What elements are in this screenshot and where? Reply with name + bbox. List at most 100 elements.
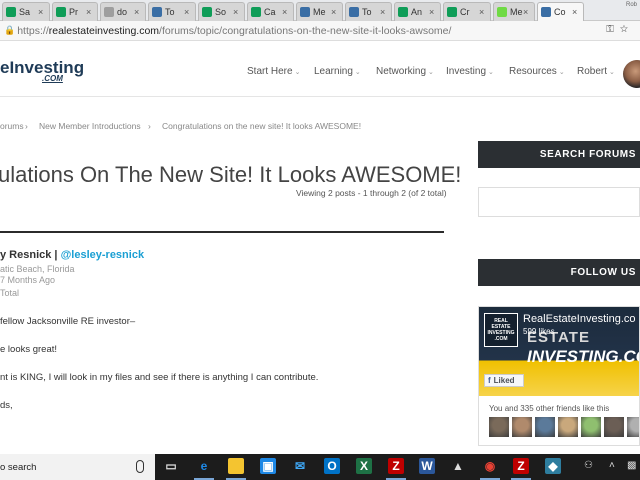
browser-tab[interactable]: Pr × <box>52 2 98 21</box>
browser-tab[interactable]: do × <box>100 2 146 21</box>
nav-item-label: Learning <box>314 66 353 77</box>
browser-tab[interactable]: Co × <box>537 2 584 21</box>
key-icon[interactable]: ⚿ <box>606 24 620 35</box>
people-icon[interactable]: ⚇ <box>584 460 593 471</box>
browser-tab[interactable]: Sa × <box>2 2 50 21</box>
friend-avatar[interactable] <box>489 417 509 437</box>
close-tab-icon[interactable]: × <box>233 7 242 17</box>
sheets-icon <box>447 7 457 17</box>
taskbar-search-label: o search <box>0 461 37 473</box>
close-tab-icon[interactable]: × <box>380 7 389 17</box>
chevron-up-icon[interactable]: ˄ <box>609 460 615 471</box>
facebook-icon: f <box>488 376 491 385</box>
browser-tab-label: An <box>411 7 423 17</box>
network-icon[interactable]: ▩ <box>627 460 636 471</box>
browser-tab[interactable]: To × <box>345 2 392 21</box>
sheets-icon <box>398 7 408 17</box>
close-tab-icon[interactable]: × <box>282 7 291 17</box>
search-forums-input[interactable] <box>478 187 640 217</box>
breadcrumb-new-member-introductions[interactable]: New Member Introductions <box>39 121 141 131</box>
friend-avatar[interactable] <box>558 417 578 437</box>
follow-us-heading: FOLLOW US <box>478 259 640 286</box>
browser-tab-label: To <box>165 7 175 17</box>
filezilla-icon[interactable]: Z <box>388 458 404 474</box>
nav-item-learning[interactable]: Learning ⌄ <box>314 66 361 77</box>
taskbar-search[interactable]: o search <box>0 454 155 480</box>
close-tab-icon[interactable]: × <box>86 7 95 17</box>
star-icon[interactable]: ☆ <box>620 24 634 35</box>
friend-avatar[interactable] <box>581 417 601 437</box>
post-line-2: e looks great! <box>0 344 58 355</box>
close-tab-icon[interactable]: × <box>184 7 193 17</box>
task-view-icon[interactable]: ▭ <box>163 458 179 474</box>
browser-tab[interactable]: To × <box>148 2 196 21</box>
close-tab-icon[interactable]: × <box>429 7 438 17</box>
browser-tab[interactable]: So × <box>198 2 245 21</box>
mail-icon[interactable]: ✉ <box>292 458 308 474</box>
windows-taskbar: o search ▭ e ▬ ▣ ✉ O X Z W ▲ ◉ Z ◆ ⚇ ˄ ▩ <box>0 454 640 480</box>
upwork-icon <box>497 7 507 17</box>
nav-item-resources[interactable]: Resources ⌄ <box>509 66 565 77</box>
browser-tab-label: Cr <box>460 7 470 17</box>
rei-icon <box>541 7 551 17</box>
nav-item-start-here[interactable]: Start Here ⌄ <box>247 66 300 77</box>
breadcrumb-current: Congratulations on the new site! It look… <box>162 121 362 131</box>
facebook-likes: 599 likes <box>523 327 555 336</box>
site-logo[interactable]: eInvesting .COM <box>0 58 84 83</box>
store-icon[interactable]: ▣ <box>260 458 276 474</box>
close-tab-icon[interactable]: × <box>479 7 488 17</box>
chrome-icon[interactable]: ◉ <box>482 458 498 474</box>
chevron-down-icon: ⌄ <box>609 69 615 76</box>
nav-item-investing[interactable]: Investing ⌄ <box>446 66 494 77</box>
word-icon[interactable]: W <box>419 458 435 474</box>
post-line-3: nt is KING, I will look in my files and … <box>0 372 319 383</box>
facebook-page-widget[interactable]: ESTATE INVESTING.CO REAL ESTATE INVESTIN… <box>478 306 640 446</box>
friend-avatar[interactable] <box>604 417 624 437</box>
friend-avatar[interactable] <box>512 417 532 437</box>
filezilla-icon[interactable]: Z <box>513 458 529 474</box>
breadcrumb-forums[interactable]: orums <box>0 121 24 131</box>
outlook-icon[interactable]: O <box>324 458 340 474</box>
avatar[interactable] <box>623 60 640 88</box>
chevron-down-icon: ⌄ <box>488 69 494 76</box>
microphone-icon[interactable] <box>136 460 144 473</box>
close-tab-icon[interactable]: × <box>331 7 340 17</box>
close-tab-icon[interactable]: × <box>572 7 581 17</box>
profile-button[interactable]: Rob <box>626 2 640 16</box>
friend-avatar[interactable] <box>627 417 639 437</box>
close-tab-icon[interactable]: × <box>523 7 532 17</box>
nav-item-robert[interactable]: Robert ⌄ <box>577 66 615 77</box>
facebook-page-name[interactable]: RealEstateInvesting.co <box>523 313 636 325</box>
post-line-1: fellow Jacksonville RE investor– <box>0 316 136 327</box>
close-tab-icon[interactable]: × <box>134 7 143 17</box>
close-tab-icon[interactable]: × <box>38 7 47 17</box>
photos-icon[interactable]: ▲ <box>450 458 466 474</box>
nav-item-label: Start Here <box>247 66 293 77</box>
url-path: /forums/topic/congratulations-on-the-new… <box>159 24 452 37</box>
address-bar[interactable]: 🔒 https:// realestateinvesting.com /foru… <box>0 21 640 41</box>
browser-tab-label: Sa <box>19 7 31 17</box>
liked-button[interactable]: f Liked <box>484 374 524 387</box>
browser-tab[interactable]: Cr × <box>443 2 491 21</box>
facebook-page-logo[interactable]: REAL ESTATE INVESTING .COM <box>484 313 518 347</box>
friend-avatar[interactable] <box>535 417 555 437</box>
maps-icon[interactable]: ◆ <box>545 458 561 474</box>
browser-tab[interactable]: Ca × <box>247 2 294 21</box>
browser-tab-label: Co <box>554 7 566 17</box>
file-explorer-icon[interactable]: ▬ <box>228 458 244 474</box>
rei-icon <box>300 7 310 17</box>
browser-tab[interactable]: An × <box>394 2 441 21</box>
edge-icon[interactable]: e <box>196 458 212 474</box>
browser-tab[interactable]: Me × <box>493 2 535 21</box>
nav-item-networking[interactable]: Networking ⌄ <box>376 66 434 77</box>
url-host: realestateinvesting.com <box>48 24 160 37</box>
author-handle[interactable]: @lesley-resnick <box>61 249 145 261</box>
author-name[interactable]: y Resnick | <box>0 249 58 261</box>
browser-tab[interactable]: Me × <box>296 2 343 21</box>
sheets-icon <box>56 7 66 17</box>
nav-item-label: Robert <box>577 66 608 77</box>
breadcrumb-separator: › <box>25 121 28 131</box>
excel-icon[interactable]: X <box>356 458 372 474</box>
chevron-down-icon: ⌄ <box>294 69 301 76</box>
author-location: atic Beach, Florida <box>0 264 75 274</box>
